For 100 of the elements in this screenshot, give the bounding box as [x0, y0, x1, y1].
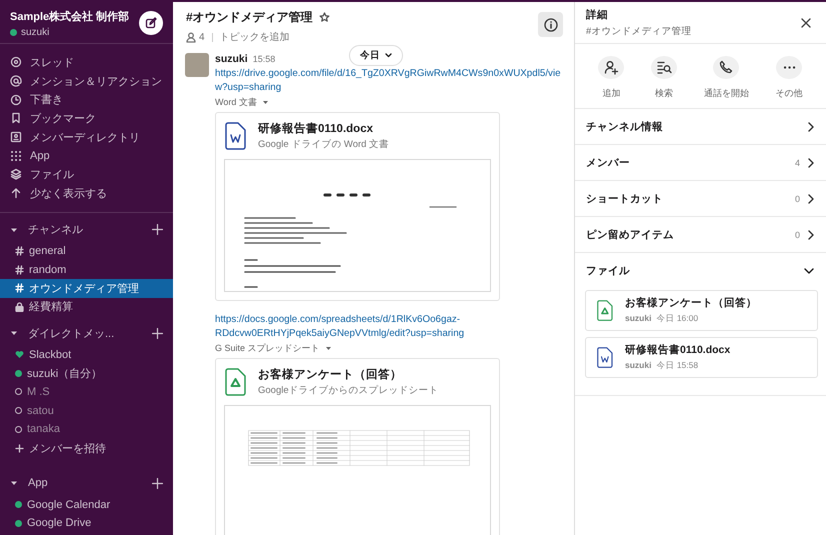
file-title[interactable]: お客様アンケート（回答）: [258, 367, 439, 382]
item-count: 0: [794, 230, 800, 240]
workspace-name[interactable]: Sample株式会社 制作部: [10, 8, 130, 24]
nav-item[interactable]: メンバーディレクトリ: [0, 128, 173, 146]
url-link[interactable]: https://drive.google.com/file/d/16_TgZ0XRVgRGiwRwM4CWs9n0xWUXpdl5/view?usp=sharing: [215, 67, 565, 95]
add-person-icon: [604, 60, 619, 75]
item-count: 0: [794, 194, 800, 204]
attachment-type-label[interactable]: G Suite スプレッドシート: [215, 341, 566, 355]
file-preview-card[interactable]: お客様アンケート（回答） Googleドライブからのスプレッドシート: [215, 358, 500, 535]
chevron-right-icon: [808, 194, 814, 204]
caret-icon: [262, 100, 269, 104]
plus-icon: [152, 224, 163, 235]
detail-row[interactable]: メンバー 4: [575, 145, 826, 181]
date-button[interactable]: 今日: [349, 45, 403, 66]
file-time: 今日 15:58: [656, 360, 698, 372]
drive-document-icon: [597, 300, 614, 322]
detail-row[interactable]: ショートカット 0: [575, 181, 826, 217]
file-author: suzuki: [625, 360, 652, 372]
nav-item[interactable]: 下書き: [0, 90, 173, 110]
nav-item[interactable]: ブックマーク: [0, 109, 173, 128]
timestamp: 15:58: [252, 54, 276, 64]
user-name: suzuki: [21, 26, 50, 38]
plus-icon: [15, 444, 24, 453]
author-name[interactable]: suzuki: [215, 53, 248, 65]
member-count[interactable]: 4: [199, 32, 205, 42]
file-title: お客様アンケート（回答）: [625, 296, 757, 310]
plus-icon: [152, 478, 163, 489]
nav-item[interactable]: ファイル: [0, 165, 173, 184]
file-title: 研修報告書0110.docx: [625, 343, 730, 357]
channel-title: #オウンドメディア管理: [186, 9, 313, 26]
lock-icon: [15, 302, 24, 312]
nav-item[interactable]: 少なく表示する: [0, 184, 173, 202]
sidebar-item[interactable]: Google Calendar: [0, 495, 173, 514]
close-icon: [801, 18, 811, 28]
sidebar-item[interactable]: suzuki（自分）: [0, 364, 173, 383]
caret-icon: [324, 346, 332, 350]
file-time: 今日 16:00: [656, 313, 698, 325]
grid-icon: [10, 150, 22, 162]
list-search-icon: [656, 60, 672, 75]
section-title[interactable]: チャンネル: [28, 222, 152, 237]
info-icon: [544, 18, 558, 32]
drive-document-icon: [225, 368, 247, 396]
sidebar-item[interactable]: random: [0, 260, 173, 279]
nav-item[interactable]: スレッド: [0, 53, 173, 72]
action-label: 検索: [655, 87, 674, 100]
sidebar-item[interactable]: M .S: [0, 382, 173, 402]
up-arrow-icon: [10, 187, 22, 200]
info-button[interactable]: [538, 12, 563, 37]
at-sign-icon: [10, 75, 22, 88]
word-document-icon: [597, 347, 614, 369]
chevron-right-icon: [808, 158, 814, 168]
url-link[interactable]: https://docs.google.com/spreadsheets/d/1RlKv6Oo6gaz-RDdcvw0ERtHYjPqek5aiyGNepVVtmlg/edit?usp=sharing: [215, 313, 565, 341]
avatar-photo-placeholder: [185, 53, 209, 77]
chevron-right-icon: [808, 122, 814, 132]
panel-subtitle: #オウンドメディア管理: [586, 24, 692, 38]
action-button[interactable]: [598, 56, 624, 79]
files-section-header[interactable]: ファイル: [575, 253, 826, 289]
hash-icon: [15, 283, 24, 294]
chevron-down-icon: [385, 53, 392, 58]
section-title[interactable]: ダイレクトメッ...: [28, 326, 152, 341]
person-icon: [186, 32, 196, 42]
sidebar-item[interactable]: Google Drive: [0, 514, 173, 533]
file-card[interactable]: 研修報告書0110.docx suzuki 今日 15:58: [585, 337, 818, 378]
action-button[interactable]: [651, 56, 678, 79]
sidebar-item[interactable]: メンバーを招待: [0, 438, 173, 458]
file-title[interactable]: 研修報告書0110.docx: [258, 121, 390, 136]
sidebar-item[interactable]: satou: [0, 401, 173, 420]
sidebar-item[interactable]: general: [0, 242, 173, 260]
section-title[interactable]: App: [28, 477, 152, 490]
action-button[interactable]: [713, 56, 740, 79]
hash-icon: [15, 246, 24, 256]
chevron-right-icon: [808, 230, 814, 240]
attachment-type-label[interactable]: Word 文書: [215, 95, 566, 109]
file-description: Google ドライブの Word 文書: [258, 138, 390, 151]
action-label: 通話を開始: [704, 87, 749, 100]
hash-icon: [15, 264, 24, 275]
sidebar-item[interactable]: Slackbot: [0, 345, 173, 364]
panel-title: 詳細: [586, 8, 609, 22]
detail-row[interactable]: ピン留めアイテム 0: [575, 217, 826, 253]
phone-icon: [718, 60, 734, 75]
detail-row[interactable]: チャンネル情報: [575, 109, 826, 145]
nav-item[interactable]: App: [0, 146, 173, 166]
stack-icon: [10, 168, 22, 180]
action-label: その他: [776, 87, 803, 100]
compose-button[interactable]: [139, 11, 163, 35]
nav-item[interactable]: メンション＆リアクション: [0, 72, 173, 90]
add-topic-link[interactable]: トピックを追加: [220, 30, 290, 44]
sidebar-item[interactable]: tanaka: [0, 420, 173, 439]
file-author: suzuki: [625, 313, 652, 325]
bookmark-icon: [10, 112, 22, 124]
clock-icon: [10, 94, 22, 106]
star-icon: [318, 12, 330, 23]
file-description: Googleドライブからのスプレッドシート: [258, 384, 439, 397]
file-preview-card[interactable]: 研修報告書0110.docx Google ドライブの Word 文書: [215, 112, 500, 301]
file-card[interactable]: お客様アンケート（回答） suzuki 今日 16:00: [585, 290, 818, 331]
item-count: 4: [794, 158, 800, 168]
sidebar-item[interactable]: 経費精算: [0, 298, 173, 316]
contact-card-icon: [10, 131, 22, 144]
sidebar-item[interactable]: オウンドメディア管理: [0, 278, 173, 298]
action-label: 追加: [602, 87, 620, 100]
